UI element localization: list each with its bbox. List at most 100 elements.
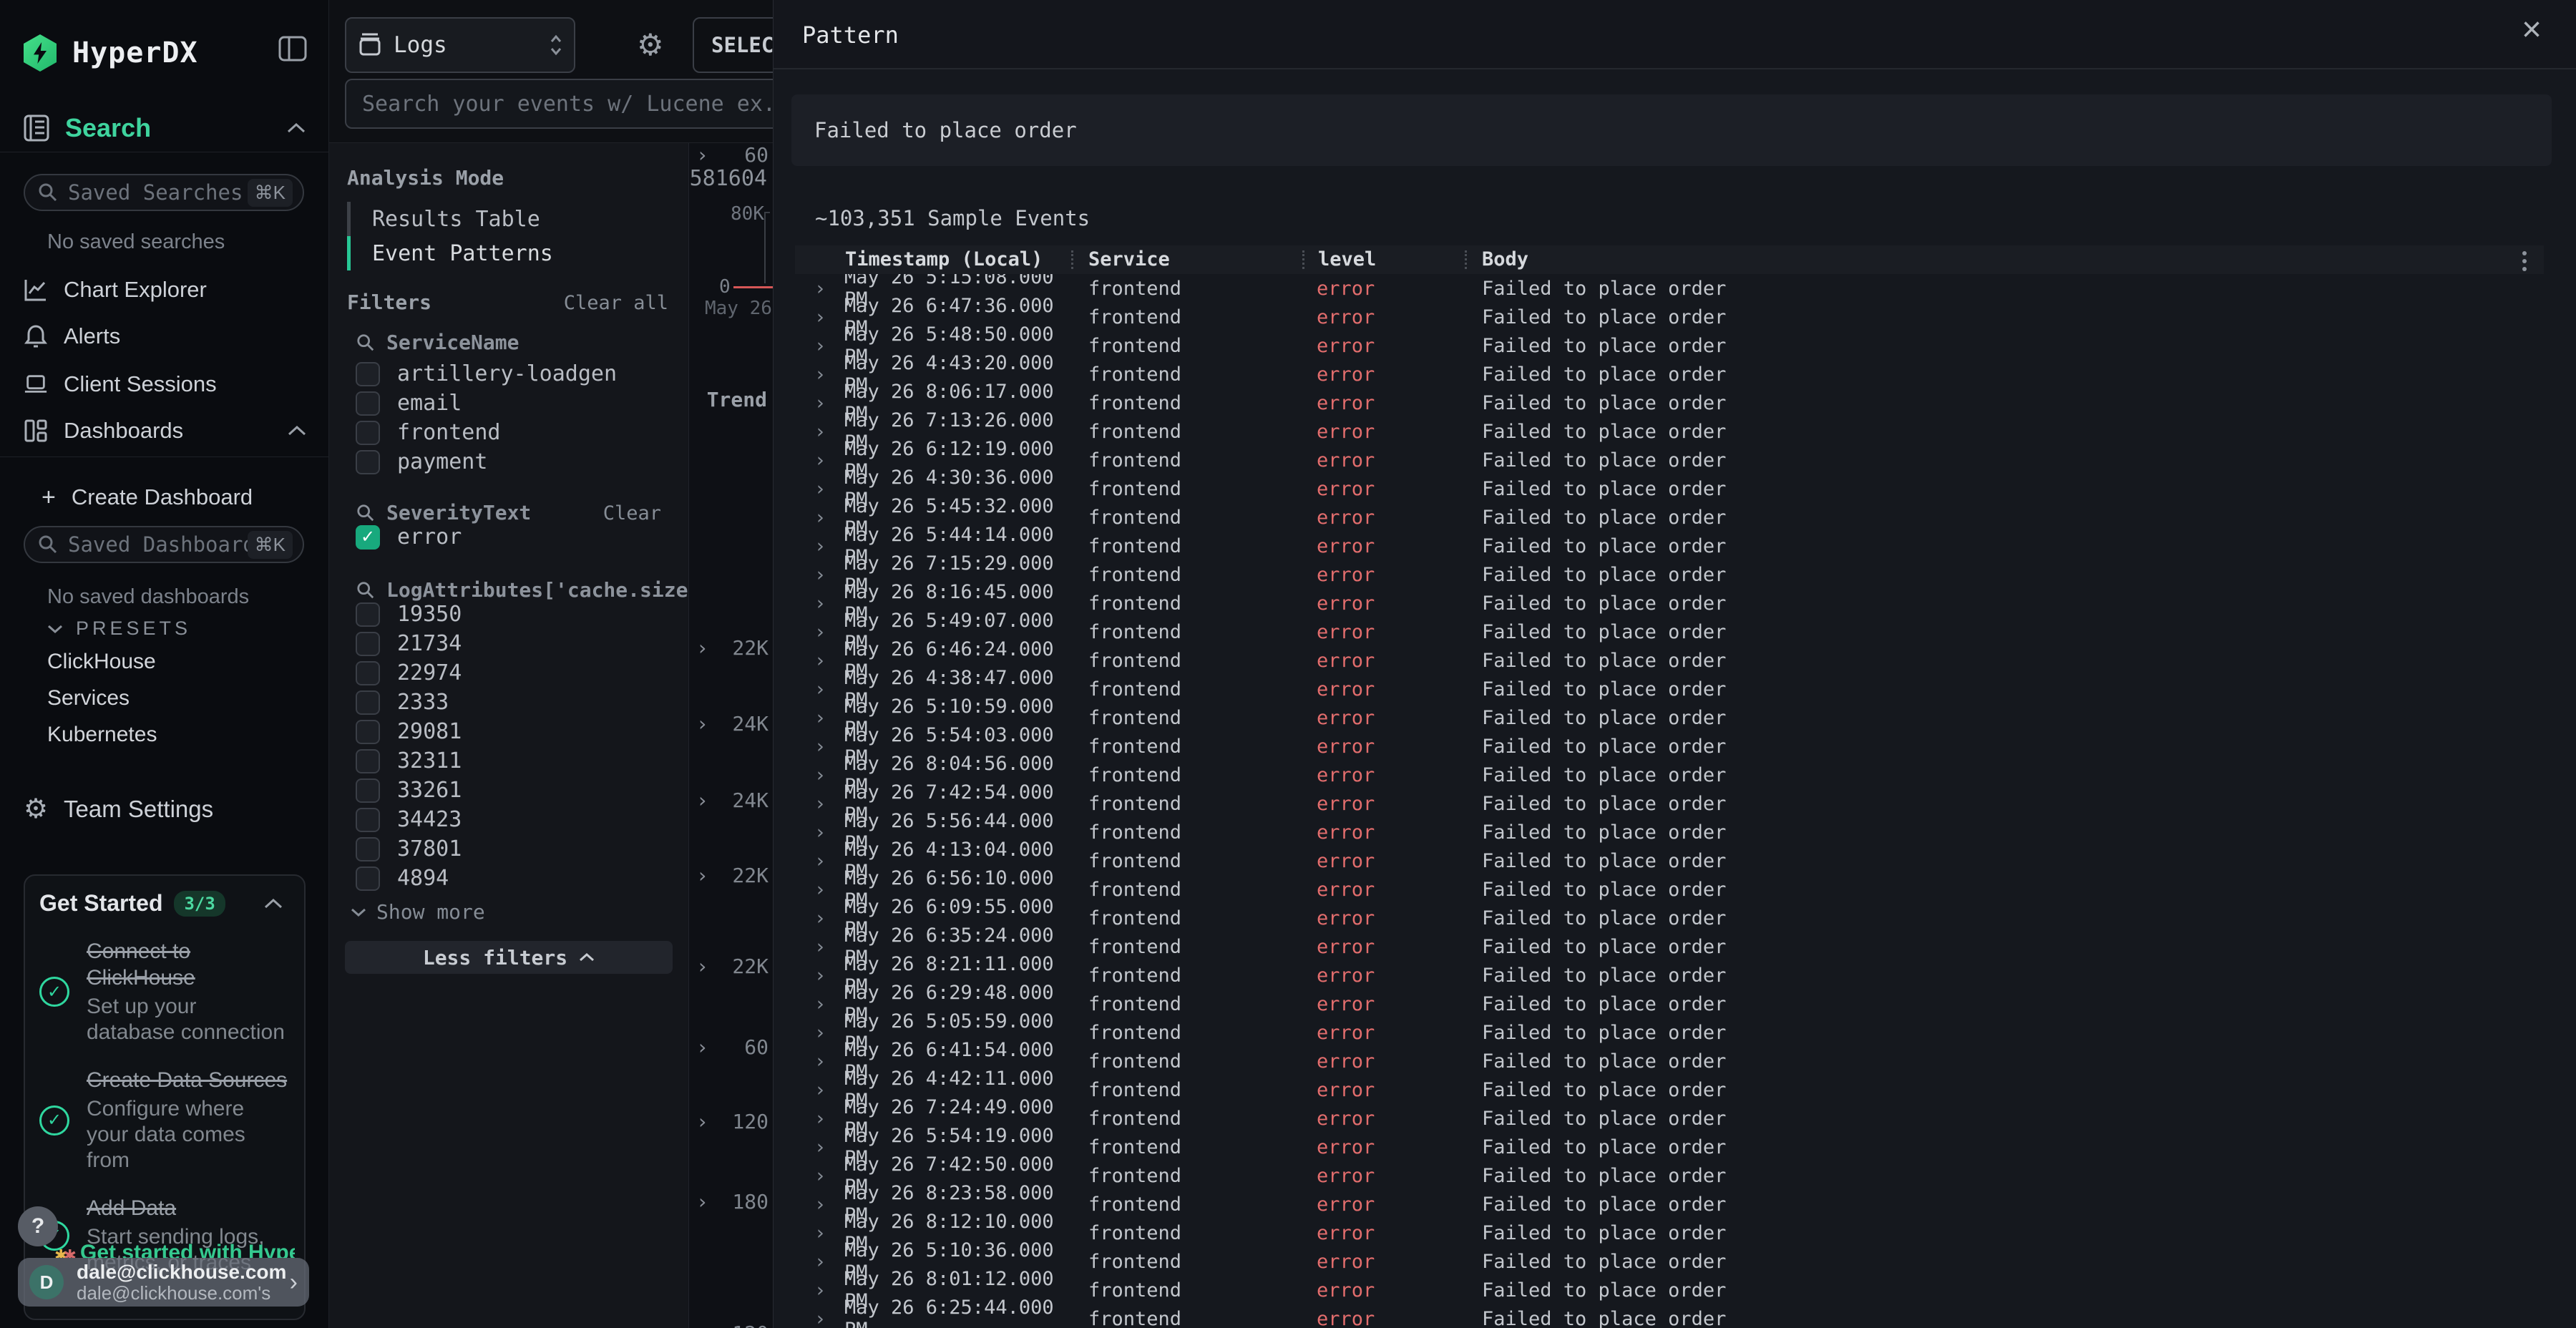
checkbox[interactable] (356, 866, 380, 891)
expand-row-chevron-icon[interactable]: › (814, 793, 844, 815)
checkbox[interactable] (356, 720, 380, 744)
preset-link[interactable]: ClickHouse (47, 650, 157, 674)
expand-row-chevron-icon[interactable]: › (814, 965, 844, 987)
expand-row-chevron-icon[interactable]: › (814, 1136, 844, 1158)
clear-all-link[interactable]: Clear all (564, 292, 668, 314)
checkbox[interactable] (356, 690, 380, 715)
expand-row-chevron-icon[interactable]: › (814, 879, 844, 901)
sidebar-item-alerts[interactable]: Alerts (0, 319, 329, 353)
filter-option[interactable]: 33261 (329, 776, 688, 805)
checkbox[interactable] (356, 391, 380, 416)
filter-option-error[interactable]: ✓ error (329, 522, 688, 552)
filter-option[interactable]: 4894 (329, 864, 688, 893)
servicename-group-header[interactable]: ServiceName (356, 331, 519, 354)
get-started-item[interactable]: ✓ Connect to ClickHouse Set up your data… (39, 938, 290, 1045)
table-row[interactable]: › May 26 6:25:44.000 PM frontend error F… (795, 1304, 2544, 1328)
checkbox[interactable] (356, 661, 380, 685)
pattern-row[interactable]: › 24K (689, 788, 773, 812)
collapse-sidebar-icon[interactable] (278, 36, 307, 62)
pattern-row[interactable]: › 24K (689, 712, 773, 736)
filter-option[interactable]: 21734 (329, 629, 688, 658)
expand-row-chevron-icon[interactable]: › (814, 564, 844, 586)
help-button[interactable]: ? (18, 1206, 58, 1246)
expand-row-chevron-icon[interactable]: › (814, 335, 844, 357)
user-menu[interactable]: D dale@clickhouse.com dale@clickhouse.co… (18, 1258, 309, 1307)
checkbox[interactable] (356, 450, 380, 474)
expand-row-chevron-icon[interactable]: › (814, 363, 844, 386)
filter-option[interactable]: email (329, 389, 688, 418)
checkbox[interactable] (356, 837, 380, 861)
filter-option[interactable]: 32311 (329, 746, 688, 776)
pattern-row[interactable]: › 22K (689, 864, 773, 887)
severity-clear-link[interactable]: Clear (603, 502, 661, 524)
filter-option[interactable]: 29081 (329, 717, 688, 746)
pattern-row[interactable]: › 120 (689, 1322, 773, 1328)
pattern-row[interactable]: › 22K (689, 954, 773, 978)
get-started-item[interactable]: ✓ Create Data Sources Configure where yo… (39, 1067, 290, 1173)
checkbox[interactable] (356, 749, 380, 773)
select-button[interactable]: SELECT (693, 17, 773, 73)
filter-option[interactable]: 22974 (329, 658, 688, 688)
mode-results-table[interactable]: Results Table (347, 202, 540, 236)
severitytext-group-header[interactable]: SeverityText (356, 501, 531, 524)
expand-row-chevron-icon[interactable]: › (814, 1079, 844, 1101)
expand-row-chevron-icon[interactable]: › (814, 678, 844, 700)
column-resize-handle[interactable] (1465, 250, 1467, 269)
show-more-link[interactable]: Show more (351, 900, 485, 924)
preset-link[interactable]: Services (47, 686, 157, 711)
sidebar-item-client-sessions[interactable]: Client Sessions (0, 367, 329, 401)
sidebar-item-team-settings[interactable]: ⚙ Team Settings (0, 792, 329, 826)
expand-row-chevron-icon[interactable]: › (814, 592, 844, 615)
pattern-row[interactable]: › 120 (689, 1110, 773, 1133)
checkbox[interactable] (356, 362, 380, 386)
pattern-row[interactable]: › 60 (689, 143, 773, 167)
checkbox[interactable] (356, 602, 380, 627)
checkbox[interactable] (356, 808, 380, 832)
expand-row-chevron-icon[interactable]: › (814, 993, 844, 1015)
pattern-row[interactable]: › 22K (689, 636, 773, 660)
column-resize-handle[interactable] (1071, 250, 1073, 269)
create-dashboard-button[interactable]: + Create Dashboard (0, 480, 329, 514)
filter-option[interactable]: 37801 (329, 834, 688, 864)
expand-row-chevron-icon[interactable]: › (814, 707, 844, 729)
checkbox-checked[interactable]: ✓ (356, 525, 380, 550)
saved-searches-input[interactable]: Saved Searches ⌘K (24, 174, 304, 211)
filter-option[interactable]: 34423 (329, 805, 688, 834)
checkbox[interactable] (356, 421, 380, 445)
chevron-up-icon[interactable] (264, 899, 283, 909)
expand-row-chevron-icon[interactable]: › (814, 421, 844, 443)
expand-row-chevron-icon[interactable]: › (814, 1251, 844, 1273)
filter-option[interactable]: 2333 (329, 688, 688, 717)
close-icon[interactable]: × (2522, 13, 2542, 47)
checkbox[interactable] (356, 778, 380, 803)
expand-row-chevron-icon[interactable]: › (814, 392, 844, 414)
pattern-row[interactable]: › 180 (689, 1190, 773, 1214)
filter-option[interactable]: 19350 (329, 600, 688, 629)
source-settings-gear-icon[interactable]: ⚙ (637, 30, 664, 60)
pattern-row[interactable]: › 60 (689, 1035, 773, 1059)
less-filters-button[interactable]: Less filters (345, 941, 673, 974)
chevron-up-icon[interactable] (287, 123, 306, 133)
filter-option[interactable]: frontend (329, 418, 688, 447)
expand-row-chevron-icon[interactable]: › (814, 1279, 844, 1302)
expand-row-chevron-icon[interactable]: › (814, 850, 844, 872)
filter-option[interactable]: payment (329, 447, 688, 477)
expand-row-chevron-icon[interactable]: › (814, 764, 844, 786)
preset-link[interactable]: Kubernetes (47, 723, 157, 747)
sidebar-item-dashboards[interactable]: Dashboards (0, 414, 329, 448)
saved-dashboards-input[interactable]: Saved Dashboards ⌘K (24, 526, 304, 563)
expand-row-chevron-icon[interactable]: › (814, 1165, 844, 1187)
expand-row-chevron-icon[interactable]: › (814, 936, 844, 958)
mode-event-patterns[interactable]: Event Patterns (347, 236, 553, 270)
search-section-header[interactable]: Search (24, 113, 306, 143)
table-options-kebab-icon[interactable] (2522, 251, 2527, 271)
expand-row-chevron-icon[interactable]: › (814, 1308, 844, 1328)
chevron-up-icon[interactable] (288, 426, 306, 436)
expand-row-chevron-icon[interactable]: › (814, 507, 844, 529)
checkbox[interactable] (356, 632, 380, 656)
expand-row-chevron-icon[interactable]: › (814, 1222, 844, 1244)
source-select[interactable]: Logs (345, 17, 575, 73)
filter-option[interactable]: artillery-loadgen (329, 359, 688, 389)
expand-row-chevron-icon[interactable]: › (814, 535, 844, 557)
event-search-input[interactable]: Search your events w/ Lucene ex. colu (345, 79, 773, 129)
